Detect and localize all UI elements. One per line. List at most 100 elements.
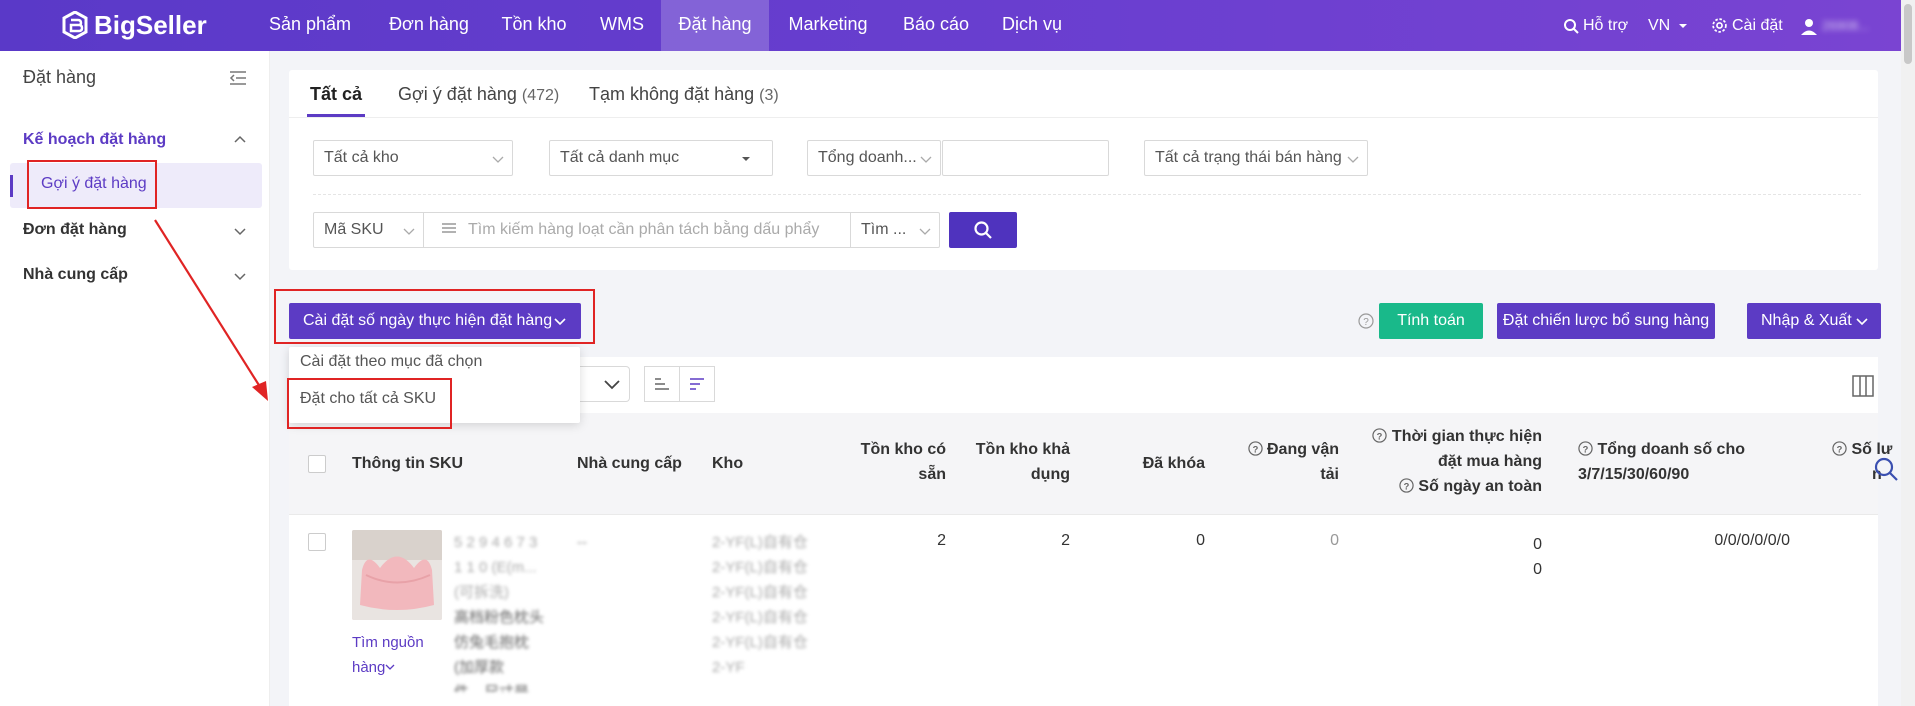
annotation-box-menu-item xyxy=(287,378,452,429)
tab-order-suggestions[interactable]: Gợi ý đặt hàng (472) xyxy=(398,84,559,105)
tab-paused[interactable]: Tạm không đặt hàng (3) xyxy=(589,84,779,105)
svg-text:?: ? xyxy=(1404,481,1410,491)
chevron-down-icon xyxy=(920,156,932,163)
col-lead-time-line1: Thời gian thực hiện xyxy=(1391,428,1542,445)
svg-text:?: ? xyxy=(1363,317,1369,328)
settings-label: Cài đặt xyxy=(1732,16,1783,34)
col-warehouse: Kho xyxy=(712,455,744,472)
column-settings-icon[interactable] xyxy=(1852,375,1874,397)
help-icon[interactable]: ? xyxy=(1247,441,1263,456)
sidebar-group-purchase-orders[interactable]: Đơn đặt hàng xyxy=(23,221,127,239)
sales-metric-select[interactable]: Tổng doanh... xyxy=(807,140,941,176)
help-icon[interactable]: ? xyxy=(1832,441,1847,456)
search-field-select[interactable]: Mã SKU xyxy=(313,212,424,248)
page-scrollbar-thumb[interactable] xyxy=(1904,4,1912,64)
tab-divider xyxy=(289,117,1878,118)
menu-item-set-selected[interactable]: Cài đặt theo mục đã chọn xyxy=(300,353,482,371)
collapse-menu-icon[interactable] xyxy=(229,70,247,86)
help-icon[interactable]: ? xyxy=(1578,441,1593,456)
sidebar-group-order-plan[interactable]: Kế hoạch đặt hàng xyxy=(23,131,166,149)
warehouse-item: 2-YF(L)自有仓 xyxy=(712,609,808,626)
supplier-value: -- xyxy=(577,534,587,551)
user-avatar-icon xyxy=(1801,18,1817,35)
page-scrollbar[interactable] xyxy=(1901,0,1915,706)
svg-text:?: ? xyxy=(1583,444,1589,454)
lead-time-value: 0 xyxy=(1533,536,1542,553)
sku-line: 仿兔毛抱枕 xyxy=(454,634,530,651)
sort-descending-icon xyxy=(690,378,704,390)
col-locked: Đã khóa xyxy=(1142,455,1205,472)
col-total-sales-line1: Tổng doanh số cho xyxy=(1597,441,1745,458)
chevron-down-icon xyxy=(403,228,415,235)
in-transit-value[interactable]: 0 xyxy=(1230,532,1339,550)
svg-text:?: ? xyxy=(1252,444,1258,454)
warehouse-item: 2-YF(L)自有仓 xyxy=(712,634,808,651)
nav-orders[interactable]: Đơn hàng xyxy=(378,0,480,51)
search-icon xyxy=(974,221,992,239)
language-select[interactable]: VN xyxy=(1648,0,1692,51)
chevron-down-icon xyxy=(1856,318,1868,326)
category-select[interactable]: Tất cả danh mục xyxy=(549,140,773,176)
help-icon[interactable]: ? xyxy=(1358,313,1374,329)
col-safety-days: Số ngày an toàn xyxy=(1418,478,1542,495)
col-sku-info: Thông tin SKU xyxy=(352,455,464,472)
settings-link[interactable]: Cài đặt xyxy=(1711,0,1783,51)
svg-text:?: ? xyxy=(1837,444,1843,454)
bigseller-logo[interactable]: BigSeller xyxy=(62,9,207,41)
sales-value-input[interactable] xyxy=(942,140,1109,176)
import-export-button[interactable]: Nhập & Xuất xyxy=(1747,303,1881,339)
replenish-strategy-button[interactable]: Đặt chiến lược bổ sung hàng xyxy=(1497,303,1715,339)
tab-all[interactable]: Tất cả xyxy=(310,84,362,105)
batch-search-input[interactable]: Tìm kiếm hàng loạt cần phân tách bằng dấ… xyxy=(423,212,851,248)
find-source-link[interactable]: Tìm nguồn hàng xyxy=(352,630,424,680)
sort-ascending-button[interactable] xyxy=(644,366,680,402)
support-label: Hỗ trợ xyxy=(1583,16,1629,34)
nav-purchasing[interactable]: Đặt hàng xyxy=(661,0,769,51)
sidebar-group-suppliers[interactable]: Nhà cung cấp xyxy=(23,266,128,284)
chevron-up-icon[interactable] xyxy=(233,133,247,147)
nav-services[interactable]: Dịch vụ xyxy=(996,0,1068,51)
sku-details: 5 2 9 4 6 7 3 1 1 0 (E(m... (可拆洗) 高档粉色枕头… xyxy=(454,530,544,692)
list-icon xyxy=(442,223,456,233)
col-lead-time-line2: đặt mua hàng xyxy=(1437,453,1542,470)
sku-line: 高档粉色枕头 xyxy=(454,609,545,626)
chevron-down-icon xyxy=(604,380,620,390)
help-icon[interactable]: ? xyxy=(1399,478,1414,493)
user-menu[interactable]: 26908... xyxy=(1800,0,1869,51)
warehouse-item: 2-YF(L)自有仓 xyxy=(712,534,808,551)
warehouse-item: 2-YF(L)自有仓 xyxy=(712,559,808,576)
col-total-sales: ? Tổng doanh số cho 3/7/15/30/60/90 xyxy=(1578,437,1798,487)
sidebar-active-indicator xyxy=(10,175,13,197)
floating-search-icon[interactable] xyxy=(1872,455,1900,483)
nav-inventory[interactable]: Tồn kho xyxy=(494,0,574,51)
select-all-checkbox[interactable] xyxy=(308,455,326,473)
search-mode-select[interactable]: Tìm ... xyxy=(850,212,940,248)
nav-wms[interactable]: WMS xyxy=(590,0,654,51)
sku-line: (可拆洗) xyxy=(454,584,509,601)
annotation-box-sidebar xyxy=(27,160,157,209)
chevron-down-icon xyxy=(919,228,931,235)
row-checkbox[interactable] xyxy=(308,533,326,551)
sale-status-select[interactable]: Tất cả trạng thái bán hàng xyxy=(1144,140,1368,176)
calculate-button[interactable]: Tính toán xyxy=(1379,303,1483,339)
warehouse-select[interactable]: Tất cả kho xyxy=(313,140,513,176)
nav-marketing[interactable]: Marketing xyxy=(778,0,878,51)
find-source-line1: Tìm nguồn xyxy=(352,634,424,651)
lead-time-values: 00 xyxy=(1360,532,1542,582)
nav-products[interactable]: Sản phẩm xyxy=(258,0,362,51)
language-label: VN xyxy=(1648,16,1671,34)
col-stock-available-line1: Tồn kho có xyxy=(860,441,946,458)
stock-usable-value: 2 xyxy=(1061,532,1070,549)
warehouse-item: 2-YF(L)自有仓 xyxy=(712,584,808,601)
product-thumbnail[interactable] xyxy=(352,530,442,620)
support-link[interactable]: Hỗ trợ xyxy=(1563,0,1628,51)
chevron-down-icon xyxy=(492,156,504,163)
col-supplier: Nhà cung cấp xyxy=(577,455,682,472)
sales-metric-value: Tổng doanh... xyxy=(818,149,917,166)
sort-descending-button[interactable] xyxy=(679,366,715,402)
col-stock-available: Tồn kho có sẵn xyxy=(830,437,946,487)
search-button[interactable] xyxy=(949,212,1017,248)
help-icon[interactable]: ? xyxy=(1372,428,1388,443)
nav-reports[interactable]: Báo cáo xyxy=(892,0,980,51)
caret-down-icon xyxy=(1679,23,1688,28)
